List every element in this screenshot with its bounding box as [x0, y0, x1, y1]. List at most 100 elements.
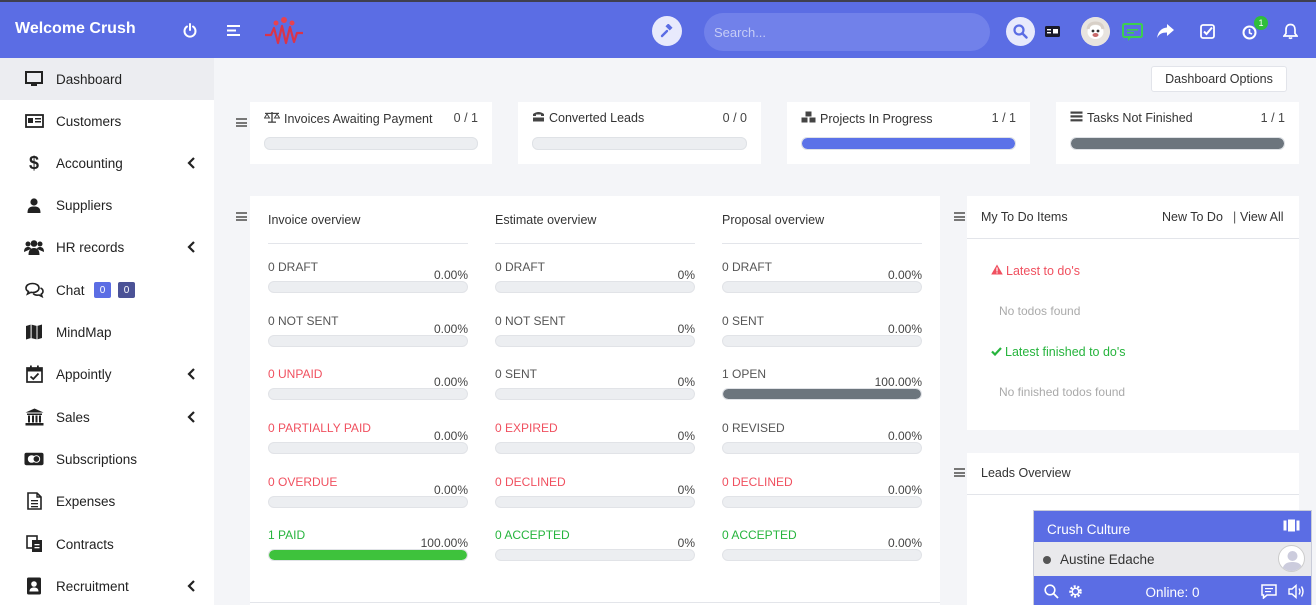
share-icon[interactable]: [1156, 23, 1174, 39]
status-row[interactable]: 0 NOT SENT 0%: [495, 314, 695, 354]
finance-overview-panel: Invoice overview 0 DRAFT 0.00% 0 NOT SENT 0…: [250, 196, 940, 605]
status-progress-fill: [269, 550, 467, 560]
tasks-icon: [1070, 111, 1083, 125]
stat-title: Projects In Progress: [820, 111, 933, 126]
brand-title[interactable]: Welcome Crush: [15, 20, 136, 38]
todo-panel: My To Do Items New To Do | View All Late…: [967, 196, 1299, 430]
dashboard-options-button[interactable]: Dashboard Options: [1151, 66, 1287, 92]
chevron-left-icon: [186, 156, 196, 170]
sidebar-item-hr-records[interactable]: HR records: [0, 226, 214, 268]
status-row[interactable]: 0 REVISED 0.00%: [722, 421, 922, 461]
sidebar-item-label: Recruitment: [56, 578, 129, 594]
view-all-link[interactable]: View All: [1240, 210, 1284, 224]
status-row[interactable]: 0 DRAFT 0.00%: [268, 260, 468, 300]
stat-title: Tasks Not Finished: [1087, 111, 1193, 125]
chat-screen-icon[interactable]: [1121, 22, 1143, 42]
gavel-icon[interactable]: [652, 16, 682, 46]
no-todos-text: No todos found: [999, 304, 1081, 318]
warning-icon: [991, 264, 1003, 278]
status-progress-bar: [268, 281, 468, 293]
bell-icon[interactable]: [1281, 22, 1299, 40]
status-percent: 0.00%: [433, 322, 468, 336]
file-icon: [24, 491, 44, 511]
columns-icon[interactable]: [1283, 519, 1300, 535]
status-row[interactable]: 0 ACCEPTED 0%: [495, 528, 695, 568]
status-row[interactable]: 0 NOT SENT 0.00%: [268, 314, 468, 354]
todo-link-separator: |: [1233, 210, 1237, 224]
address-book-icon: [24, 576, 44, 596]
status-progress-bar: [268, 496, 468, 508]
sidebar-item-suppliers[interactable]: Suppliers: [0, 184, 214, 226]
drag-handle-icon[interactable]: [954, 468, 965, 477]
drag-handle-icon[interactable]: [236, 212, 247, 221]
status-row[interactable]: 0 EXPIRED 0%: [495, 421, 695, 461]
status-percent: 0.00%: [887, 429, 922, 443]
power-icon[interactable]: [180, 20, 200, 40]
status-label: 0 OVERDUE: [268, 475, 338, 489]
stat-value: 0 / 0: [722, 111, 747, 125]
sidebar-item-accounting[interactable]: $ Accounting: [0, 142, 214, 184]
id-card-icon: [24, 111, 44, 131]
status-label: 0 DRAFT: [268, 260, 319, 274]
status-progress-bar: [722, 388, 922, 400]
check-square-icon[interactable]: [1198, 23, 1216, 39]
invoice-overview-title[interactable]: Invoice overview: [268, 213, 468, 244]
volume-icon[interactable]: [1288, 583, 1305, 602]
status-percent: 0%: [677, 483, 695, 497]
status-progress-bar: [495, 388, 695, 400]
status-percent: 0%: [677, 268, 695, 282]
stat-card-invoices: Invoices Awaiting Payment 0 / 1: [250, 102, 492, 164]
status-row[interactable]: 0 PARTIALLY PAID 0.00%: [268, 421, 468, 461]
chat-widget-header[interactable]: Crush Culture: [1034, 511, 1311, 542]
search-icon[interactable]: [1006, 17, 1035, 46]
drag-handle-icon[interactable]: [236, 118, 247, 127]
status-label: 0 DRAFT: [722, 260, 773, 274]
search-input[interactable]: [704, 13, 990, 51]
id-card-icon[interactable]: [1044, 24, 1060, 38]
estimate-overview-title[interactable]: Estimate overview: [495, 213, 695, 244]
proposal-overview-title[interactable]: Proposal overview: [722, 213, 922, 244]
status-row[interactable]: 0 OVERDUE 0.00%: [268, 475, 468, 515]
message-icon[interactable]: [1261, 584, 1277, 602]
menu-toggle-icon[interactable]: [223, 20, 243, 40]
status-label: 0 NOT SENT: [268, 314, 339, 328]
stat-progress-bar: [1070, 137, 1285, 150]
sidebar-item-label: Sales: [56, 409, 90, 425]
status-row[interactable]: 1 PAID 100.00%: [268, 528, 468, 568]
status-row[interactable]: 0 UNPAID 0.00%: [268, 367, 468, 407]
sidebar-item-customers[interactable]: Customers: [0, 100, 214, 142]
user-icon: [24, 195, 44, 215]
status-row[interactable]: 1 OPEN 100.00%: [722, 367, 922, 407]
sidebar-item-sales[interactable]: Sales: [0, 396, 214, 438]
status-row[interactable]: 0 DRAFT 0.00%: [722, 260, 922, 300]
status-label: 0 ACCEPTED: [722, 528, 797, 542]
sidebar-item-expenses[interactable]: Expenses: [0, 480, 214, 522]
status-row[interactable]: 0 DECLINED 0.00%: [722, 475, 922, 515]
status-row[interactable]: 0 SENT 0.00%: [722, 314, 922, 354]
status-percent: 0.00%: [887, 536, 922, 550]
sidebar-item-label: Contracts: [56, 536, 114, 552]
calendar-check-icon: [24, 364, 44, 384]
chat-user-row[interactable]: Austine Edache: [1034, 542, 1311, 576]
status-row[interactable]: 0 DECLINED 0%: [495, 475, 695, 515]
status-row[interactable]: 0 ACCEPTED 0.00%: [722, 528, 922, 568]
user-avatar[interactable]: [1081, 17, 1110, 46]
sidebar-item-chat[interactable]: Chat 0 0: [0, 269, 214, 311]
sidebar-item-contracts[interactable]: Contracts: [0, 523, 214, 565]
finished-todos-label: Latest finished to do's: [1005, 345, 1126, 359]
sidebar-item-appointly[interactable]: Appointly: [0, 353, 214, 395]
sidebar-item-recruitment[interactable]: Recruitment: [0, 565, 214, 605]
status-row[interactable]: 0 DRAFT 0%: [495, 260, 695, 300]
sidebar-item-subscriptions[interactable]: Subscriptions: [0, 438, 214, 480]
sidebar-item-dashboard[interactable]: Dashboard: [0, 58, 214, 100]
drag-handle-icon[interactable]: [954, 212, 965, 221]
status-row[interactable]: 0 SENT 0%: [495, 367, 695, 407]
status-label: 0 UNPAID: [268, 367, 323, 381]
sidebar-item-mindmap[interactable]: MindMap: [0, 311, 214, 353]
stat-title: Invoices Awaiting Payment: [284, 111, 433, 126]
company-logo[interactable]: [262, 14, 306, 48]
status-label: 1 PAID: [268, 528, 306, 542]
new-todo-link[interactable]: New To Do: [1162, 210, 1223, 224]
cc-icon: [24, 449, 44, 469]
timer-badge: 1: [1254, 16, 1268, 30]
